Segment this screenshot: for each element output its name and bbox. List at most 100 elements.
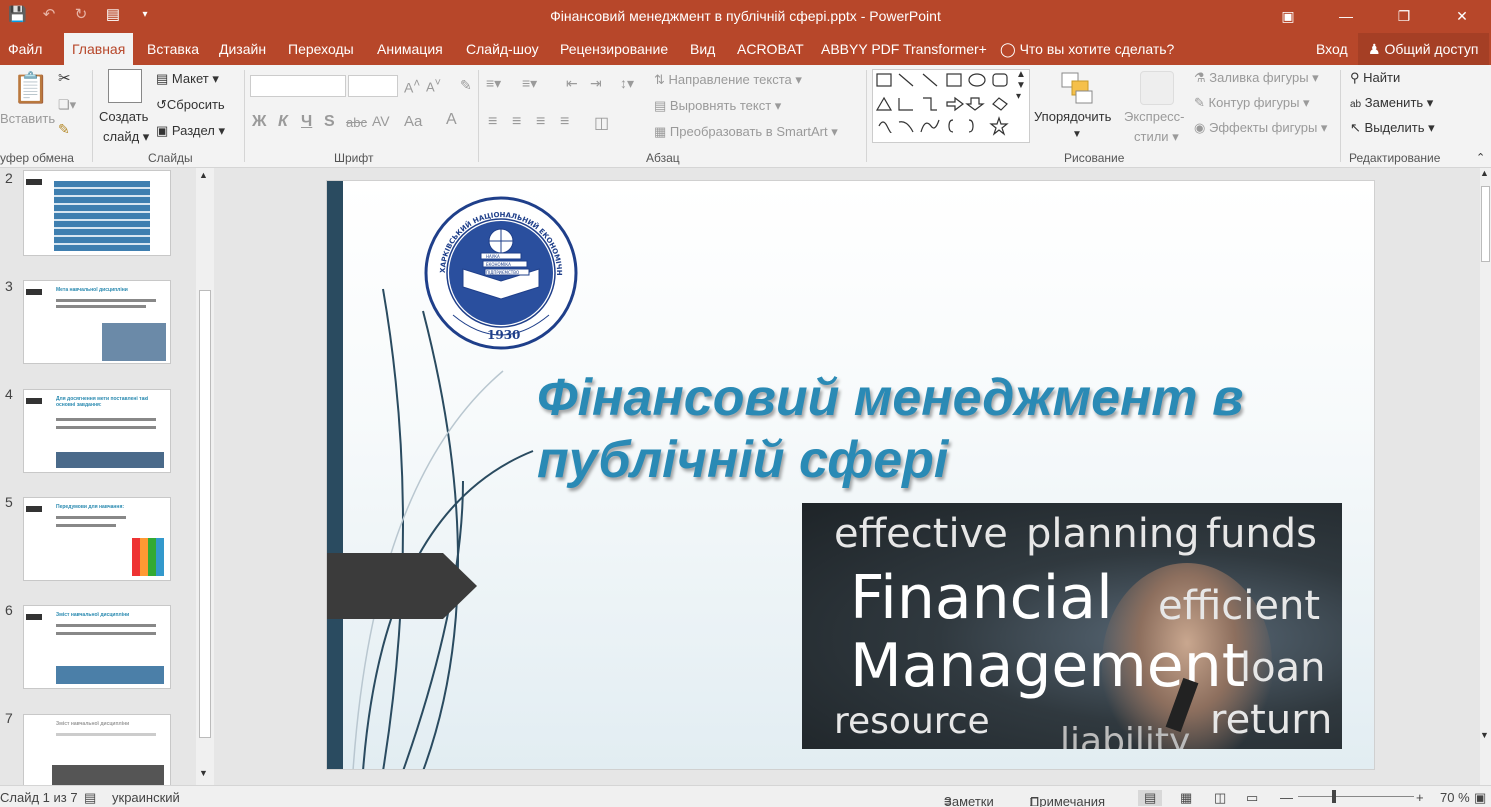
spellcheck-icon[interactable]: ▤ <box>84 790 96 806</box>
scrollbar-thumb[interactable] <box>199 290 211 738</box>
thumbnail-slide-2[interactable] <box>23 170 171 256</box>
section-button[interactable]: ▣ Раздел ▾ <box>156 123 225 139</box>
bullets-icon[interactable]: ≡▾ <box>486 75 501 92</box>
new-slide-button[interactable]: Создать <box>99 109 148 124</box>
zoom-in-button[interactable]: + <box>1416 790 1424 805</box>
slide-counter[interactable]: Слайд 1 из 7 <box>0 790 78 805</box>
decrease-font-icon[interactable]: A˅ <box>426 77 441 94</box>
thumbnail-slide-3[interactable]: Мета навчальної дисципліни <box>23 280 171 364</box>
minimize-icon[interactable]: — <box>1317 0 1375 33</box>
tab-home[interactable]: Главная <box>64 33 134 65</box>
zoom-slider[interactable] <box>1298 796 1414 797</box>
reading-view-icon[interactable]: ◫ <box>1214 790 1226 806</box>
increase-font-icon[interactable]: A˄ <box>404 77 420 96</box>
current-slide[interactable]: ХАРКІВСЬКИЙ НАЦІОНАЛЬНИЙ ЕКОНОМІЧНИЙ УНІ… <box>326 180 1375 770</box>
slide-title[interactable]: Фінансовий менеджмент в публічній сфері <box>537 367 1297 491</box>
shapes-gallery[interactable] <box>872 69 1030 143</box>
copy-icon[interactable]: ❏▾ <box>58 97 76 113</box>
align-text-button[interactable]: ▤ Выровнять текст ▾ <box>654 98 781 114</box>
align-left-icon[interactable]: ≡ <box>488 113 497 131</box>
paste-icon[interactable]: 📋 <box>12 71 49 106</box>
tell-me-box[interactable]: ◯ Что вы хотите сделать? <box>1000 33 1174 65</box>
quick-styles-icon[interactable] <box>1140 71 1174 105</box>
scrollbar-thumb[interactable] <box>1481 186 1490 262</box>
shadow-button[interactable]: S <box>324 113 335 131</box>
tab-file[interactable]: Файл <box>8 33 42 65</box>
replace-button[interactable]: ab Заменить ▾ <box>1350 95 1433 111</box>
restore-icon[interactable]: ❐ <box>1375 0 1433 33</box>
line-spacing-icon[interactable]: ↕▾ <box>620 75 634 92</box>
smartart-button[interactable]: ▦ Преобразовать в SmartArt ▾ <box>654 124 838 140</box>
logo-book-word: НАУКА <box>486 254 500 259</box>
tab-abbyy[interactable]: ABBYY PDF Transformer+ <box>821 33 987 65</box>
shape-outline-button[interactable]: ✎ Контур фигуры ▾ <box>1194 95 1310 111</box>
thumbnail-slide-5[interactable]: Передумови для навчання: <box>23 497 171 581</box>
font-color-button[interactable]: A <box>446 111 457 129</box>
font-size-input[interactable] <box>348 75 398 97</box>
normal-view-icon[interactable]: ▤ <box>1138 790 1163 806</box>
new-slide-icon[interactable] <box>108 69 142 103</box>
scroll-up-icon[interactable]: ▲ <box>1480 168 1489 178</box>
slide-scrollbar[interactable]: ▲ ▼ <box>1480 168 1491 785</box>
italic-button[interactable]: К <box>278 113 288 131</box>
increase-indent-icon[interactable]: ⇥ <box>590 75 602 92</box>
shape-fill-button[interactable]: ⚗ Заливка фигуры ▾ <box>1194 70 1319 86</box>
zoom-level[interactable]: 70 % <box>1440 790 1470 805</box>
share-button[interactable]: ♟ Общий доступ <box>1358 33 1489 65</box>
bold-button[interactable]: Ж <box>252 113 266 131</box>
reset-button[interactable]: ↺Сбросить <box>156 97 225 113</box>
justify-icon[interactable]: ≡ <box>560 113 569 131</box>
tab-design[interactable]: Дизайн <box>219 33 266 65</box>
paste-button[interactable]: Вставить <box>0 111 55 126</box>
strikethrough-button[interactable]: abc <box>346 115 367 130</box>
zoom-slider-thumb[interactable] <box>1332 790 1336 803</box>
underline-button[interactable]: Ч <box>301 113 312 131</box>
cut-icon[interactable]: ✂ <box>58 69 71 87</box>
decrease-indent-icon[interactable]: ⇤ <box>566 75 578 92</box>
tab-transitions[interactable]: Переходы <box>288 33 354 65</box>
shape-effects-button[interactable]: ◉ Эффекты фигуры ▾ <box>1194 120 1327 136</box>
signin-link[interactable]: Вход <box>1316 33 1348 65</box>
find-button[interactable]: ⚲ Найти <box>1350 70 1400 86</box>
layout-button[interactable]: ▤ Макет ▾ <box>156 71 219 87</box>
tab-review[interactable]: Рецензирование <box>560 33 668 65</box>
thumbnail-scrollbar[interactable]: ▲ ▼ <box>196 168 214 785</box>
tab-view[interactable]: Вид <box>690 33 715 65</box>
scroll-down-icon[interactable]: ▼ <box>1480 730 1489 740</box>
format-painter-icon[interactable]: ✎ <box>58 121 70 138</box>
thumbnail-slide-4[interactable]: Для досягнення мети поставлені такі осно… <box>23 389 171 473</box>
thumbnail-slide-6[interactable]: Зміст навчальної дисципліни <box>23 605 171 689</box>
ribbon-display-options-icon[interactable]: ▣ <box>1259 0 1317 33</box>
tab-animations[interactable]: Анимация <box>377 33 443 65</box>
thumbnail-table <box>54 181 150 251</box>
language-indicator[interactable]: украинский <box>112 790 180 805</box>
arrange-button[interactable]: Упорядочить <box>1034 109 1111 124</box>
text-direction-button[interactable]: ⇅ Направление текста ▾ <box>654 72 802 88</box>
align-right-icon[interactable]: ≡ <box>536 113 545 131</box>
financial-management-photo[interactable]: effective planning funds Financial effic… <box>802 503 1342 749</box>
columns-icon[interactable]: ◫ <box>594 113 609 133</box>
quick-styles-button[interactable]: Экспресс- <box>1124 109 1185 124</box>
tab-acrobat[interactable]: ACROBAT <box>737 33 804 65</box>
photo-word-resource: resource <box>834 701 990 742</box>
slideshow-view-icon[interactable]: ▭ <box>1246 790 1258 806</box>
collapse-ribbon-icon[interactable]: ⌃ <box>1476 151 1485 164</box>
thumbnail-slide-7[interactable]: Зміст навчальної дисципліни <box>23 714 171 786</box>
align-center-icon[interactable]: ≡ <box>512 113 521 131</box>
change-case-button[interactable]: Aa <box>404 113 422 130</box>
fit-slide-icon[interactable]: ▣ <box>1474 790 1486 806</box>
select-button[interactable]: ↖ Выделить ▾ <box>1350 120 1435 136</box>
slide-sorter-icon[interactable]: ▦ <box>1180 790 1192 806</box>
scroll-up-icon[interactable]: ▲ <box>199 170 208 180</box>
tab-slideshow[interactable]: Слайд-шоу <box>466 33 539 65</box>
close-icon[interactable]: ✕ <box>1433 0 1491 33</box>
zoom-out-button[interactable]: — <box>1280 790 1293 805</box>
clear-formatting-icon[interactable]: ✎ <box>460 77 472 94</box>
tab-insert[interactable]: Вставка <box>147 33 199 65</box>
font-name-input[interactable] <box>250 75 346 97</box>
gallery-scroll-icon[interactable]: ▲ ▼ ▾ <box>1016 69 1026 102</box>
scroll-down-icon[interactable]: ▼ <box>199 768 208 778</box>
arrange-icon[interactable] <box>1060 71 1094 105</box>
character-spacing-button[interactable]: AV <box>372 113 390 129</box>
numbering-icon[interactable]: ≡▾ <box>522 75 537 92</box>
